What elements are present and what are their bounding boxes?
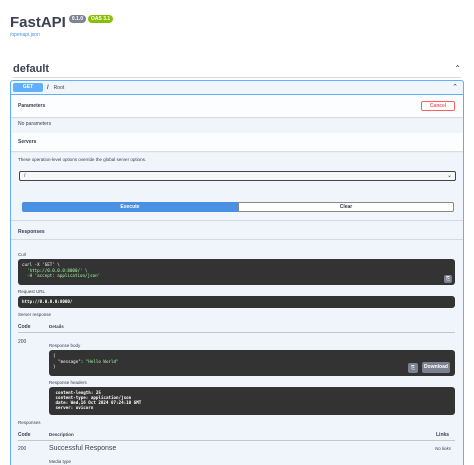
oas-badge: OAS 3.1 (87, 14, 114, 23)
api-header: FastAPI 0.1.0 OAS 3.1 /openapi.json (10, 14, 114, 38)
body-key: "message": (53, 358, 86, 364)
clear-button[interactable]: Clear (238, 202, 454, 212)
request-url-block: http://0.0.0.0:8000/ (18, 296, 455, 308)
response-body-block: { "message": "Hello World" } (49, 350, 455, 376)
operation-summary-text: Root (53, 84, 65, 91)
body-line: { (53, 353, 56, 358)
body-value: "Hello World" (85, 358, 119, 364)
request-url-label: Request URL (18, 289, 46, 294)
tag-name: default (13, 62, 50, 75)
no-parameters-text: No parameters (18, 121, 52, 127)
tag-section-header[interactable]: default ⌃ (13, 60, 461, 78)
doc-links-header: Links (436, 432, 450, 438)
app-title: FastAPI (10, 14, 66, 31)
responses-doc-title: Responses (18, 420, 41, 425)
method-badge: GET (13, 83, 43, 92)
curl-line: 'http://0.0.0.0:8000/' \ (22, 267, 88, 273)
doc-links-value: No links (435, 446, 452, 451)
responses-title: Responses (18, 229, 45, 235)
request-url: http://0.0.0.0:8000/ (22, 299, 73, 304)
select-arrow-icon: ⌄ (446, 173, 452, 179)
doc-response-code: 200 (18, 446, 27, 452)
server-selected-value: / (24, 173, 26, 179)
response-headers-block: content-length: 25 content-type: applica… (49, 387, 455, 415)
details-header: Details (49, 324, 64, 329)
divider (18, 332, 455, 333)
download-button[interactable]: Download (422, 362, 450, 373)
divider (18, 440, 455, 441)
execute-button[interactable]: Execute (22, 202, 238, 212)
response-body-label: Response body (49, 343, 81, 348)
chevron-up-icon[interactable]: ⌃ (454, 64, 461, 73)
doc-description-header: Description (49, 432, 74, 437)
server-response-label: Server response (18, 312, 52, 317)
doc-response-description: Successful Response (49, 445, 117, 452)
operation-summary[interactable]: GET / Root ⌃ (11, 81, 463, 95)
curl-line: curl -X 'GET' \ (22, 262, 60, 267)
curl-label: Curl (18, 252, 27, 257)
servers-description: These operation-level options override t… (18, 157, 147, 162)
operation-block: GET / Root ⌃ Parameters Cancel No parame… (10, 80, 464, 465)
copy-icon[interactable]: ⎘ (444, 275, 452, 283)
response-headers-label: Response headers (49, 380, 87, 385)
curl-line: -H 'accept: application/json' (22, 273, 101, 278)
code-header: Code (18, 324, 31, 330)
title-row: FastAPI 0.1.0 OAS 3.1 (10, 14, 114, 31)
servers-title: Servers (18, 139, 37, 145)
divider (11, 239, 463, 240)
version-badge: 0.1.0 (68, 14, 86, 23)
servers-bar: Servers (11, 133, 463, 151)
server-select[interactable]: / ⌄ (19, 171, 456, 181)
operation-path: / (47, 84, 49, 91)
parameters-bar: Parameters Cancel (11, 95, 463, 117)
parameters-title: Parameters (18, 103, 46, 109)
body-line: } (53, 364, 56, 369)
cancel-button[interactable]: Cancel (421, 101, 455, 111)
response-code: 200 (18, 339, 27, 345)
divider (11, 220, 463, 221)
header-line: server: uvicorn (53, 405, 94, 410)
openapi-link[interactable]: /openapi.json (10, 32, 113, 38)
doc-code-header: Code (18, 432, 31, 438)
chevron-up-icon[interactable]: ⌃ (452, 83, 458, 91)
copy-icon[interactable]: ⎘ (408, 363, 418, 373)
curl-code-block: curl -X 'GET' \ 'http://0.0.0.0:8000/' \… (18, 259, 455, 285)
media-type-label: Media type (49, 459, 72, 464)
